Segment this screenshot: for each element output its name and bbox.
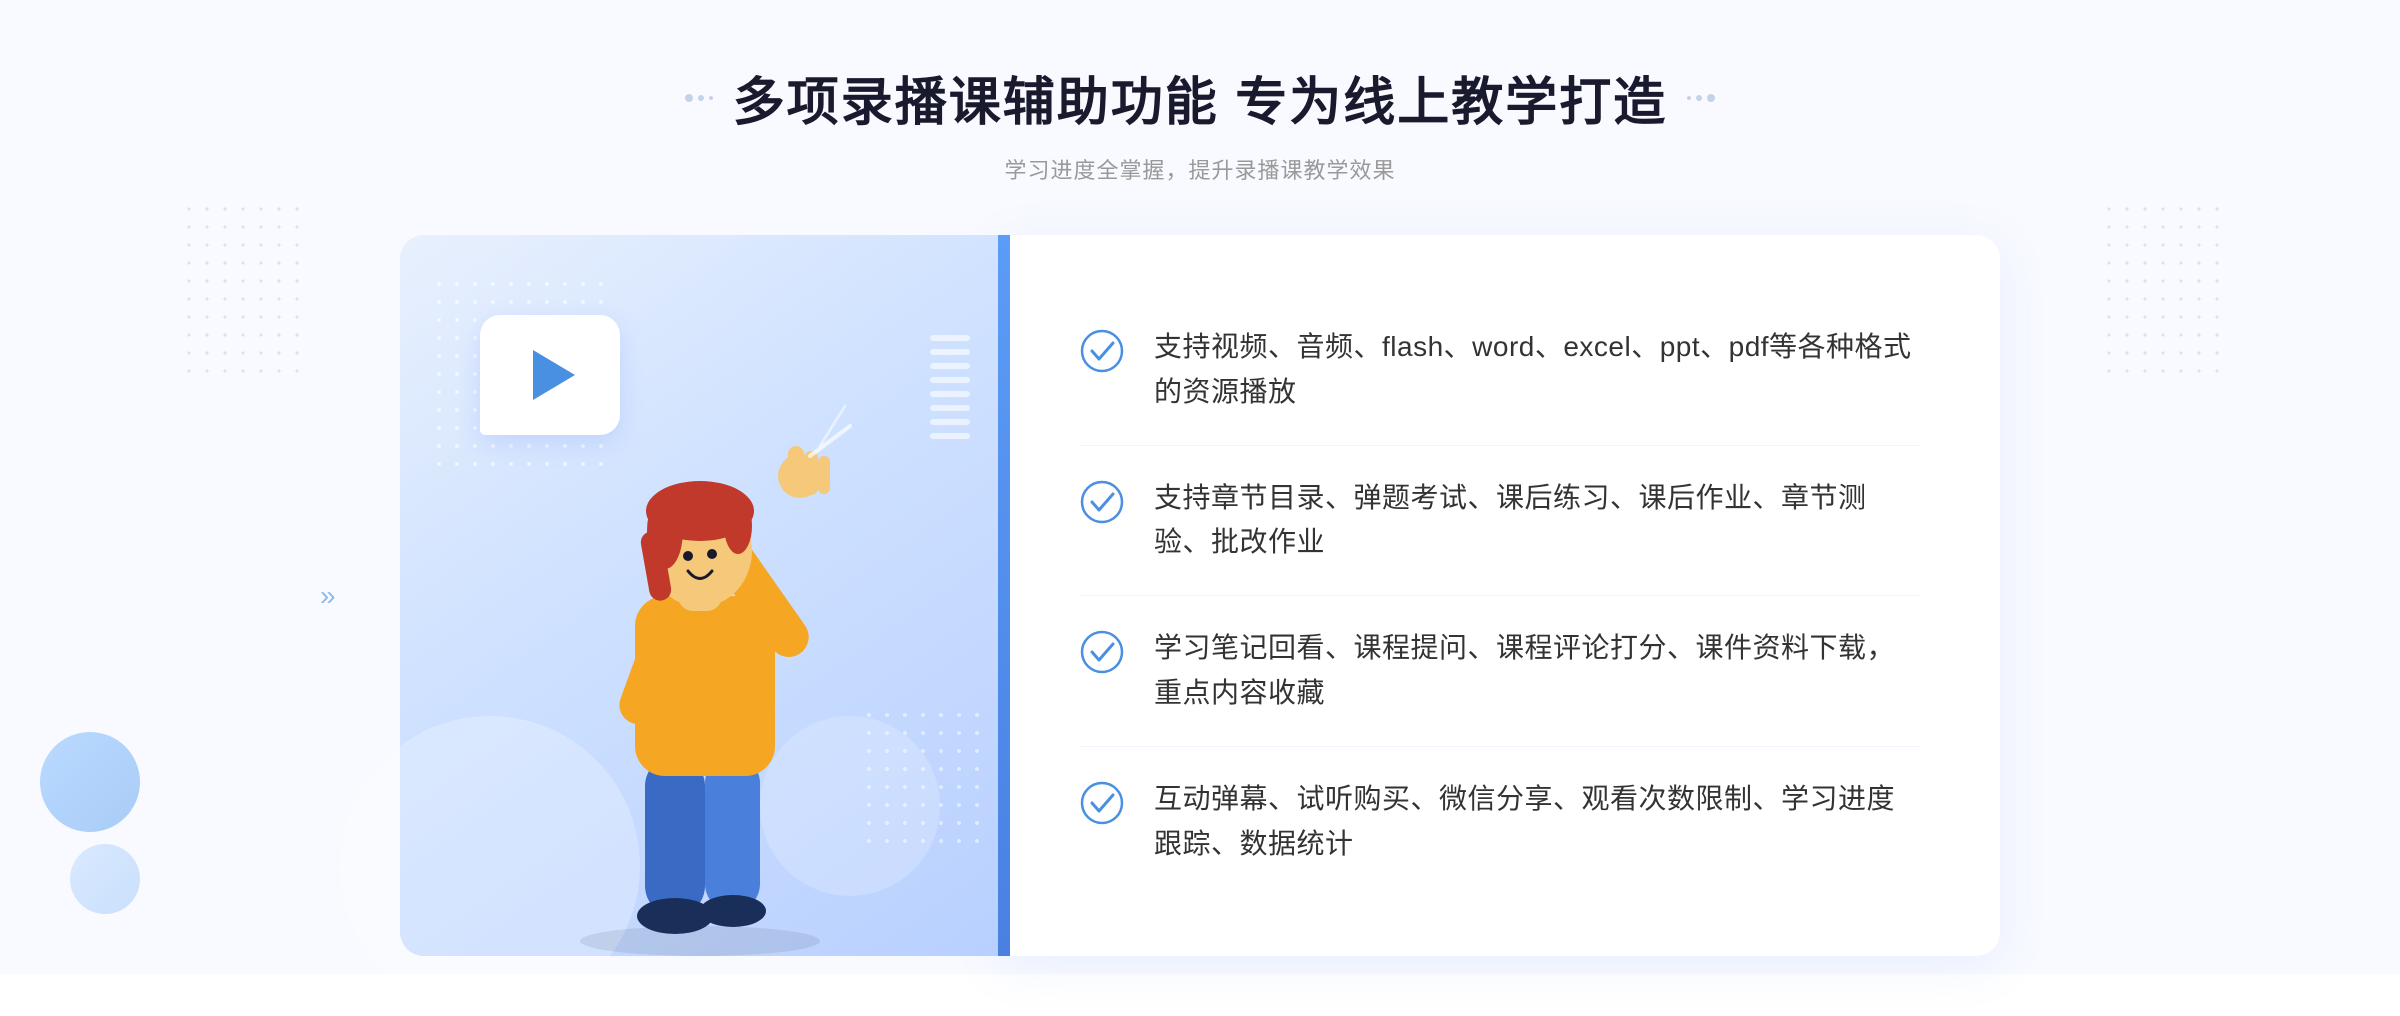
- chevron-right-icon: »: [320, 580, 336, 612]
- header-dots-right: [1687, 94, 1715, 102]
- page-container: 多项录播课辅助功能 专为线上教学打造 学习进度全掌握，提升录播课教学效果: [0, 0, 2400, 974]
- illustration-panel: »: [400, 235, 1000, 956]
- dot-6: [1707, 94, 1715, 102]
- feature-text-2: 支持章节目录、弹题考试、课后练习、课后作业、章节测验、批改作业: [1154, 476, 1920, 566]
- feature-text-3: 学习笔记回看、课程提问、课程评论打分、课件资料下载，重点内容收藏: [1154, 626, 1920, 716]
- sub-title: 学习进度全掌握，提升录播课教学效果: [685, 153, 1715, 185]
- feature-item-3: 学习笔记回看、课程提问、课程评论打分、课件资料下载，重点内容收藏: [1080, 596, 1920, 747]
- page-header: 多项录播课辅助功能 专为线上教学打造 学习进度全掌握，提升录播课教学效果: [685, 60, 1715, 185]
- check-circle-icon-3: [1080, 630, 1124, 674]
- dot-grid-left-decoration: [180, 200, 300, 380]
- check-circle-icon-2: [1080, 480, 1124, 524]
- feature-item-4: 互动弹幕、试听购买、微信分享、观看次数限制、学习进度跟踪、数据统计: [1080, 747, 1920, 897]
- bottom-circles-decoration: [40, 732, 140, 914]
- left-arrows-decoration: »: [320, 580, 336, 612]
- feature-item-1: 支持视频、音频、flash、word、excel、ppt、pdf等各种格式的资源…: [1080, 295, 1920, 446]
- feature-text-1: 支持视频、音频、flash、word、excel、ppt、pdf等各种格式的资源…: [1154, 325, 1920, 415]
- bottom-circle-large: [40, 732, 140, 832]
- dot-2: [698, 95, 704, 101]
- dot-1: [685, 94, 693, 102]
- dot-4: [1687, 96, 1691, 100]
- check-circle-icon-4: [1080, 781, 1124, 825]
- features-panel: 支持视频、音频、flash、word、excel、ppt、pdf等各种格式的资源…: [1000, 235, 2000, 956]
- content-area: » 支持视频、音频、flash、word、excel、ppt、pdf等各种格式的…: [400, 235, 2000, 956]
- vertical-divider: [998, 235, 1010, 956]
- main-title: 多项录播课辅助功能 专为线上教学打造: [733, 60, 1667, 135]
- feature-text-4: 互动弹幕、试听购买、微信分享、观看次数限制、学习进度跟踪、数据统计: [1154, 777, 1920, 867]
- bottom-circle-small: [70, 844, 140, 914]
- stripe-decoration: [930, 335, 970, 515]
- dot-grid-right-decoration: [2100, 200, 2220, 380]
- dot-3: [709, 96, 713, 100]
- person-illustration: [490, 376, 910, 956]
- dot-5: [1696, 95, 1702, 101]
- check-circle-icon-1: [1080, 329, 1124, 373]
- header-dots-left: [685, 94, 713, 102]
- feature-item-2: 支持章节目录、弹题考试、课后练习、课后作业、章节测验、批改作业: [1080, 446, 1920, 597]
- title-wrapper: 多项录播课辅助功能 专为线上教学打造: [685, 60, 1715, 135]
